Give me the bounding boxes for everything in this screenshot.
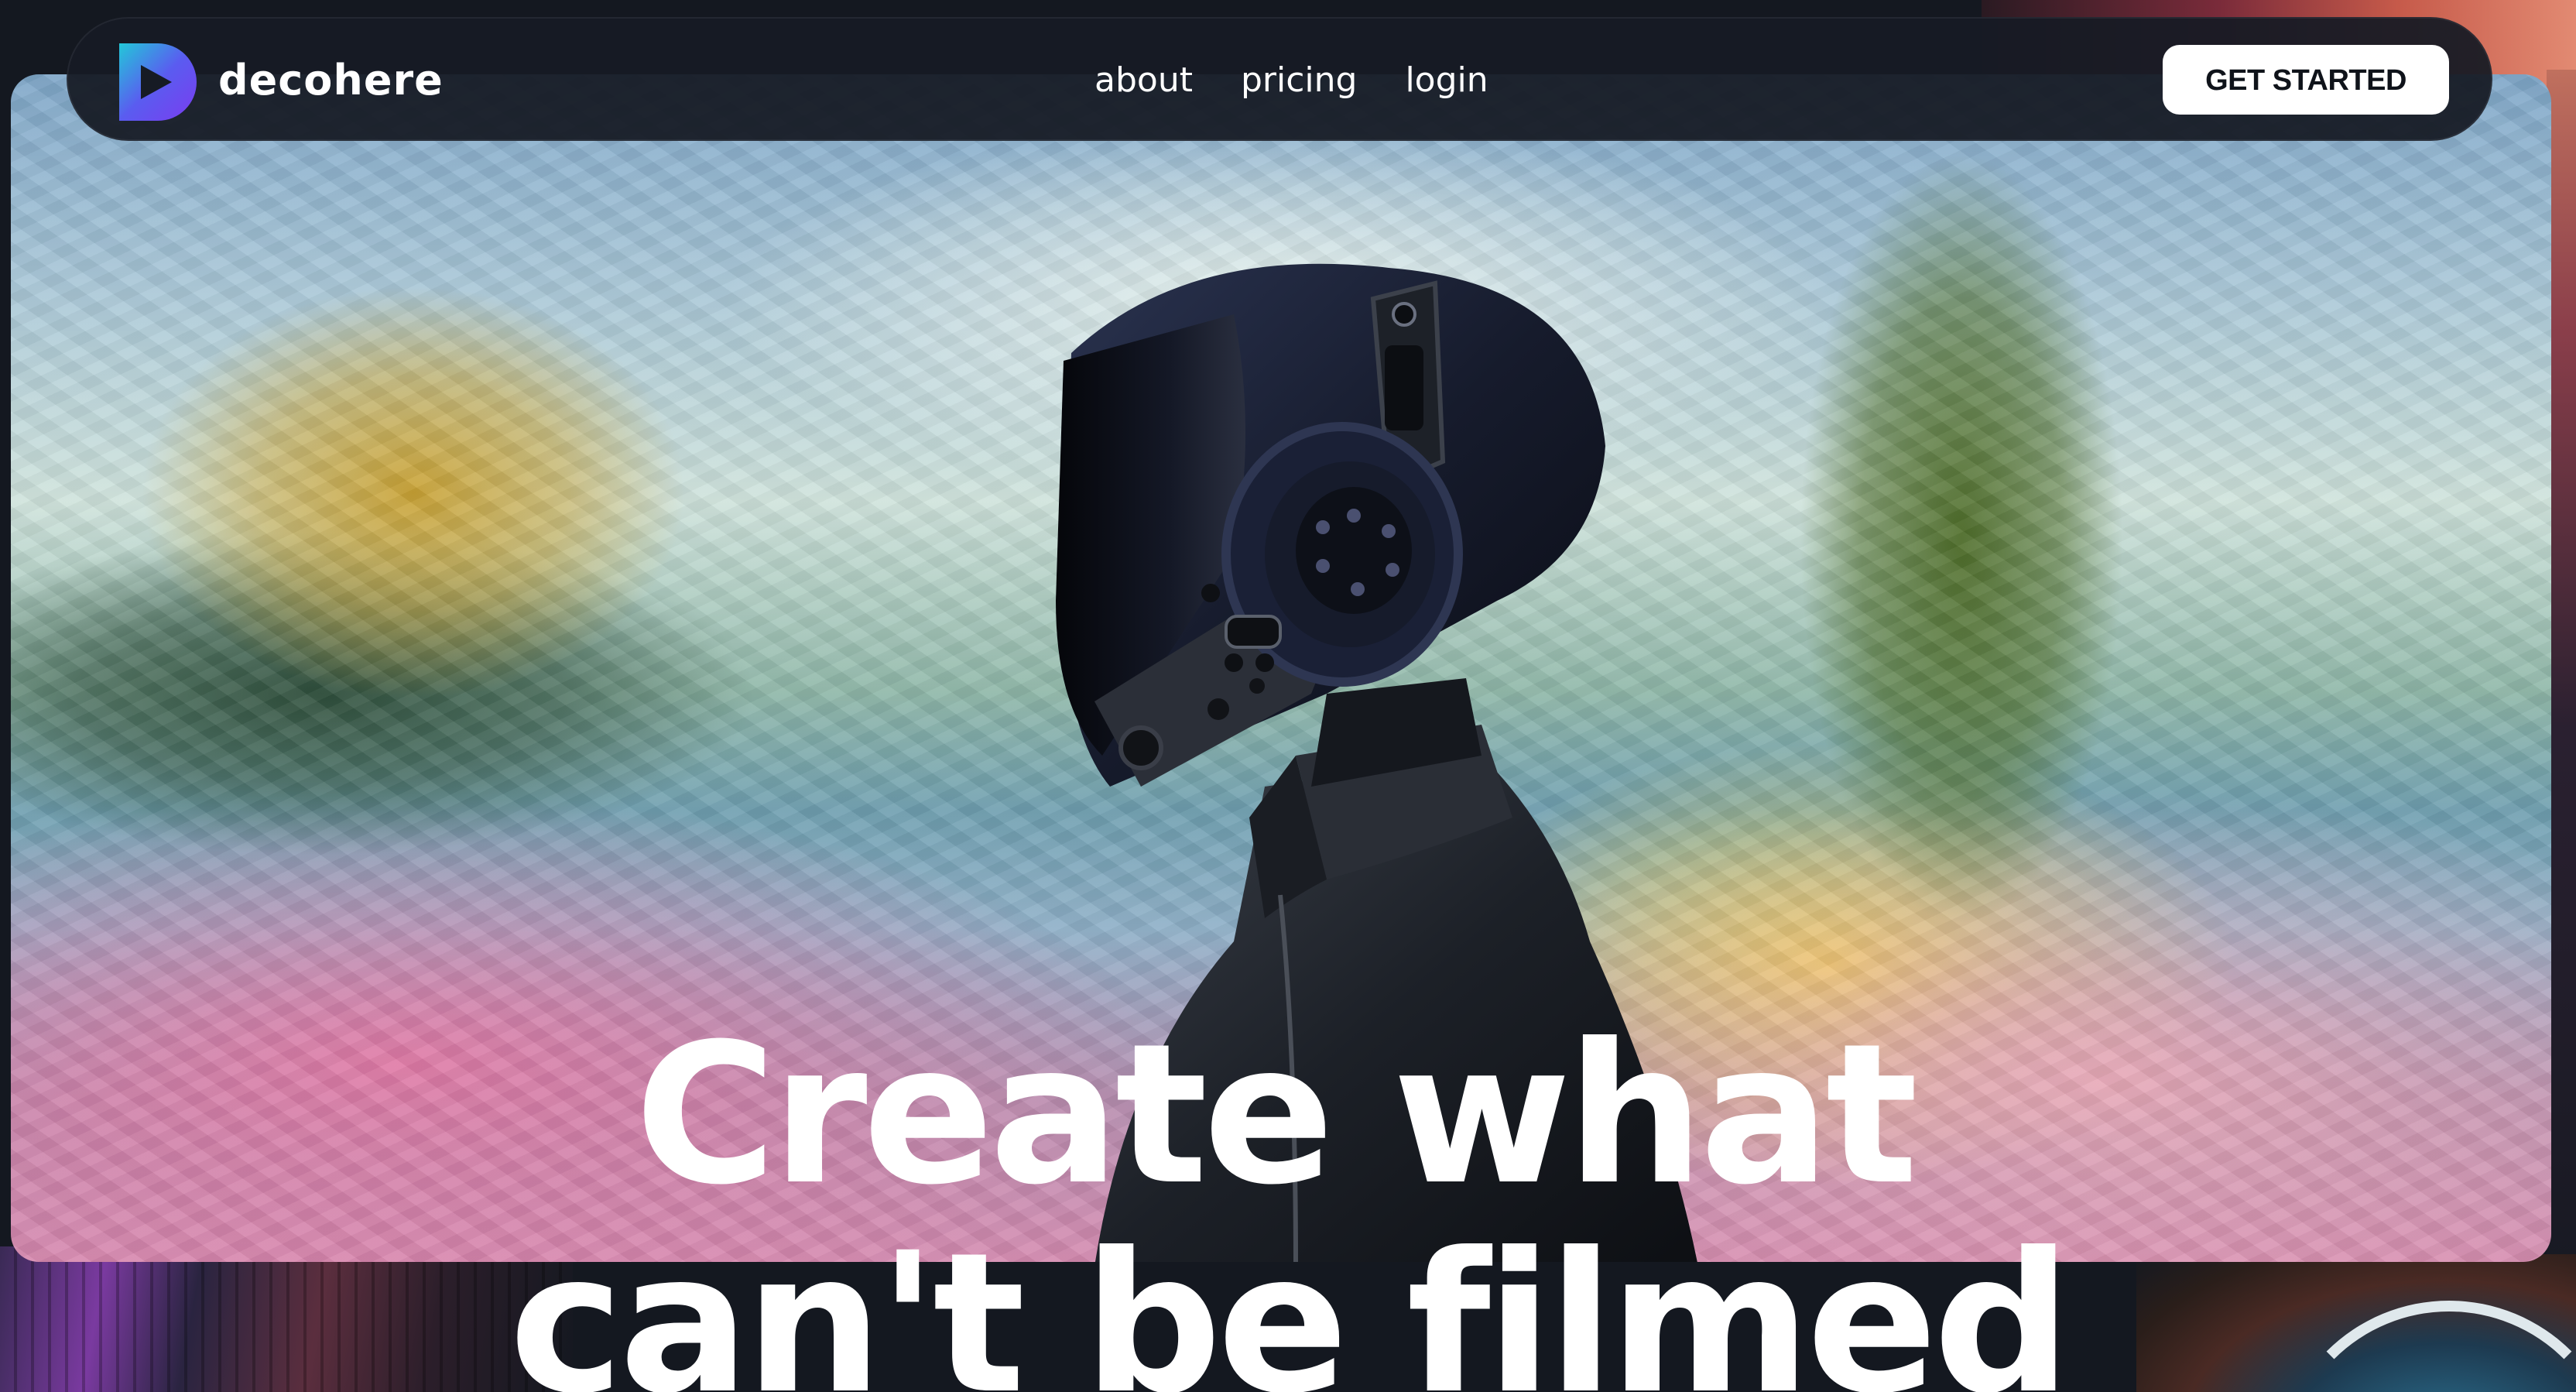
nav-link-login[interactable]: login <box>1405 56 1488 105</box>
get-started-button[interactable]: GET STARTED <box>2163 45 2449 115</box>
brand-name[interactable]: decohere <box>218 50 444 111</box>
nav-links: about pricing login <box>1094 56 1488 105</box>
nav-link-pricing[interactable]: pricing <box>1241 56 1357 105</box>
hero-headline-line-1: Create what <box>634 1002 1918 1227</box>
page: decohere about pricing login GET STARTED… <box>0 0 2576 1392</box>
top-navigation-bar: decohere about pricing login GET STARTED <box>67 17 2492 141</box>
hero-headline: Create what can't be filmed <box>0 1010 2576 1392</box>
hero-headline-line-2: can't be filmed <box>509 1211 2072 1392</box>
nav-link-about[interactable]: about <box>1094 56 1193 105</box>
play-d-logo-icon[interactable] <box>115 39 201 125</box>
